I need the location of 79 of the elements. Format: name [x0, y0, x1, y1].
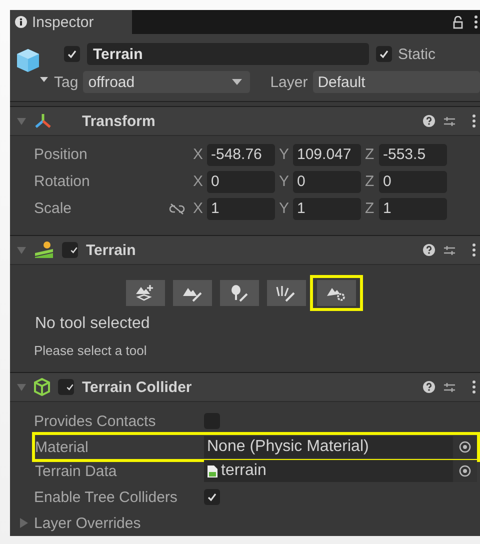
hint-text: Please select a tool [34, 343, 148, 358]
foldout-label[interactable]: Layer Overrides [34, 514, 141, 532]
more-icon[interactable] [472, 243, 476, 257]
component-header[interactable]: Terrain [10, 235, 480, 265]
property-label: Position [34, 146, 88, 163]
object-field[interactable]: None (Physic Material) [204, 436, 453, 458]
axis-label: Y [279, 200, 290, 217]
help-icon[interactable] [423, 381, 435, 393]
component-header[interactable]: Transform [10, 106, 480, 136]
check-icon [66, 382, 74, 392]
axis-label: Z [365, 173, 376, 190]
object-field[interactable]: terrain [204, 460, 453, 482]
property-label: Material [35, 438, 90, 456]
axis-label: X [193, 200, 204, 217]
tool-button[interactable] [220, 280, 258, 306]
more-icon[interactable] [474, 15, 478, 29]
help-icon[interactable] [423, 115, 435, 127]
help-icon[interactable] [423, 244, 435, 256]
static-checkbox[interactable] [376, 46, 392, 62]
component-title: Terrain [86, 242, 136, 258]
component-title: Terrain Collider [82, 378, 192, 396]
lock-icon[interactable] [452, 16, 464, 28]
enabled-checkbox[interactable] [62, 242, 78, 258]
number-field[interactable]: 0 [207, 170, 275, 192]
tool-button[interactable] [126, 280, 164, 306]
caret-icon [232, 79, 242, 85]
axes-icon [34, 113, 52, 129]
checkbox[interactable] [204, 489, 220, 505]
number-field[interactable]: 0 [293, 170, 361, 192]
number-field[interactable]: 0 [379, 170, 447, 192]
more-icon[interactable] [472, 380, 476, 394]
info-icon [15, 16, 27, 28]
property-label: Rotation [34, 173, 91, 190]
axis-label: X [193, 173, 204, 190]
terrain-icon [34, 241, 54, 259]
cube-icon [34, 378, 50, 396]
more-icon[interactable] [472, 114, 476, 128]
tag-label: Tag [54, 74, 78, 90]
presets-icon[interactable] [443, 244, 456, 256]
number-field[interactable]: -553.5 [379, 144, 447, 166]
presets-icon[interactable] [443, 114, 456, 128]
link-icon[interactable] [169, 202, 185, 214]
property-label: Enable Tree Colliders [34, 488, 178, 506]
check-icon [70, 245, 78, 255]
enabled-checkbox[interactable] [58, 379, 74, 395]
inspector-tab[interactable]: Inspector [10, 10, 132, 34]
property-label: Terrain Data [35, 462, 118, 480]
check-icon [207, 492, 217, 502]
component-header[interactable]: Terrain Collider [10, 372, 480, 402]
axis-label: Z [365, 200, 376, 217]
presets-icon[interactable] [443, 380, 456, 394]
grass-brush-icon [275, 284, 297, 302]
name-field[interactable]: Terrain [87, 43, 369, 65]
property-label: Scale [34, 200, 73, 217]
property-label: Provides Contacts [34, 412, 157, 430]
axis-label: Y [279, 146, 290, 163]
static-label: Static [398, 46, 436, 62]
axis-label: Y [279, 173, 290, 190]
active-checkbox[interactable] [64, 46, 80, 62]
tool-button[interactable] [266, 280, 306, 306]
number-field[interactable]: 1 [379, 198, 447, 220]
tool-button[interactable] [172, 280, 212, 306]
axis-label: X [193, 146, 204, 163]
axis-label: Z [365, 146, 376, 163]
object-picker-icon[interactable] [453, 436, 477, 458]
mountain-plus-icon [134, 284, 156, 302]
check-icon [379, 49, 389, 59]
component-title: Transform [82, 112, 156, 130]
layer-dropdown[interactable]: Default [312, 71, 480, 93]
status-text: No tool selected [35, 315, 151, 333]
number-field[interactable]: -548.76 [207, 144, 275, 166]
object-picker-icon[interactable] [453, 460, 477, 482]
layer-label: Layer [270, 74, 308, 90]
number-field[interactable]: 1 [293, 198, 361, 220]
number-field[interactable]: 1 [207, 198, 275, 220]
number-field[interactable]: 109.047 [293, 144, 361, 166]
tool-button[interactable] [316, 280, 356, 306]
check-icon [67, 49, 77, 59]
tag-dropdown[interactable]: offroad [83, 71, 250, 93]
